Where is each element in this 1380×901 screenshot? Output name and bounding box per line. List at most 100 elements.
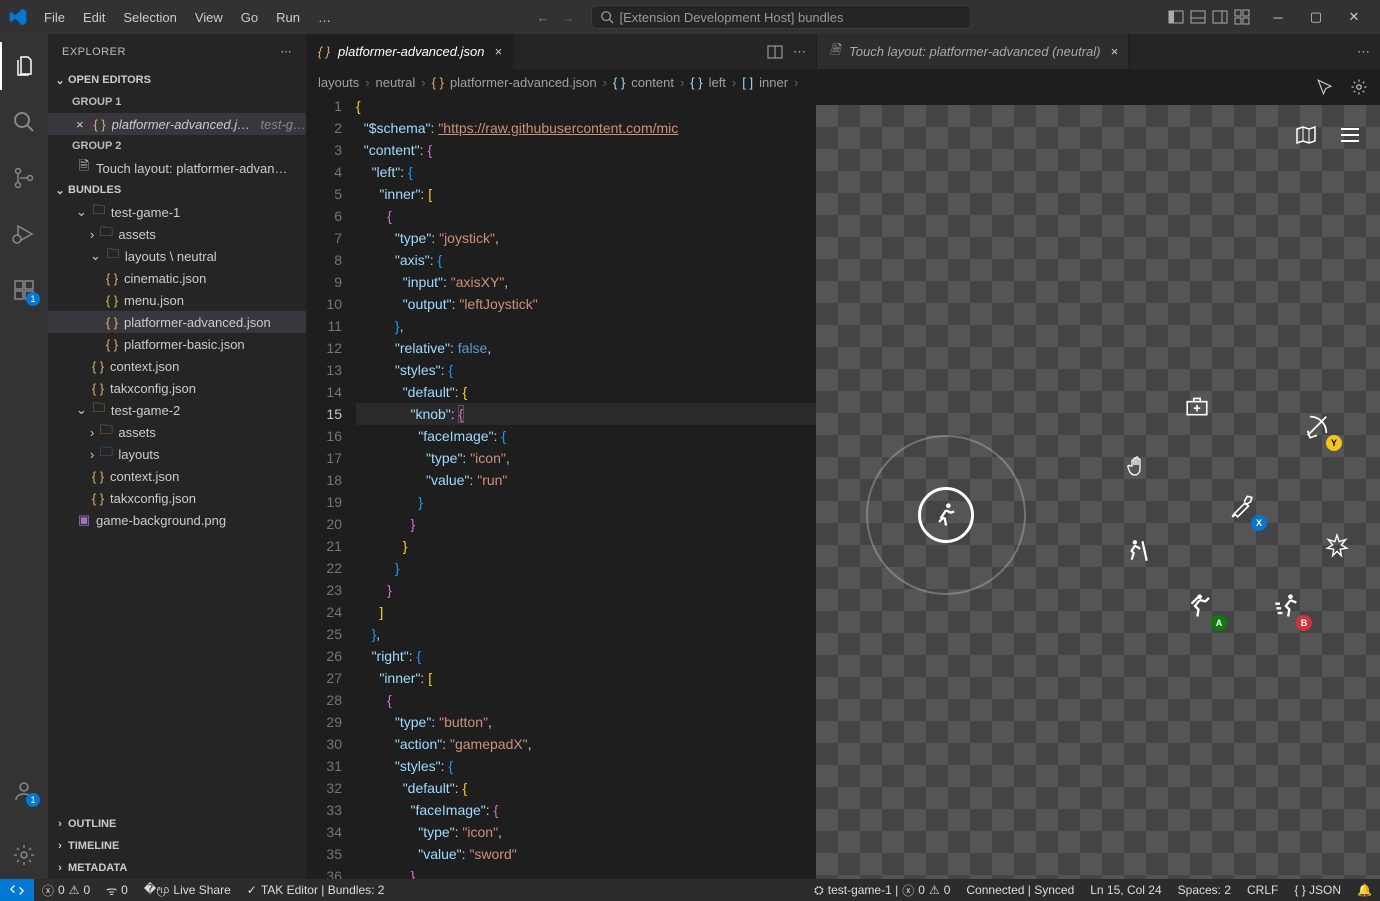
layout-controls — [1168, 9, 1250, 25]
check-icon: ✓ — [247, 883, 257, 897]
tree-file-cinematic[interactable]: { }cinematic.json — [48, 267, 306, 289]
section-timeline[interactable]: ›TIMELINE — [48, 835, 306, 857]
touch-bow[interactable]: Y — [1296, 405, 1338, 447]
json-icon: { } — [90, 490, 106, 506]
nav-fwd-icon[interactable]: → — [562, 10, 575, 25]
open-editor-g1[interactable]: × { } platformer-advanced.json test-g… — [48, 113, 306, 135]
open-editor-g2[interactable]: 🗎 Touch layout: platformer-advan… — [48, 157, 306, 179]
touch-climb[interactable] — [1116, 530, 1158, 572]
menu-go[interactable]: Go — [233, 6, 266, 29]
tab-more-icon[interactable]: ⋯ — [1357, 44, 1370, 60]
inspect-icon[interactable] — [1316, 78, 1334, 96]
touch-ability[interactable] — [1316, 525, 1358, 567]
status-bell-icon[interactable]: 🔔 — [1349, 882, 1380, 899]
tree-folder-layouts[interactable]: ⌄🗀layouts \ neutral — [48, 245, 306, 267]
maximize-button[interactable]: ▢ — [1298, 3, 1334, 31]
section-bundles[interactable]: ⌄BUNDLES — [48, 179, 306, 201]
section-outline[interactable]: ›OUTLINE — [48, 813, 306, 835]
status-tak[interactable]: ✓TAK Editor | Bundles: 2 — [239, 883, 393, 897]
menu-more[interactable]: … — [310, 6, 339, 29]
toggle-panel-icon[interactable] — [1190, 9, 1206, 25]
nav-back-icon[interactable]: ← — [537, 10, 550, 25]
tree-folder-game2[interactable]: ⌄🗀test-game-2 — [48, 399, 306, 421]
tree-file-context2[interactable]: { }context.json — [48, 465, 306, 487]
customize-layout-icon[interactable] — [1234, 9, 1250, 25]
activity-accounts[interactable]: 1 — [0, 767, 48, 815]
folder-icon: 🗀 — [98, 226, 114, 242]
tree-file-takx2[interactable]: { }takxconfig.json — [48, 487, 306, 509]
touch-dash[interactable]: B — [1266, 585, 1308, 627]
tree-file-plat-adv[interactable]: { }platformer-advanced.json — [48, 311, 306, 333]
map-icon[interactable] — [1294, 123, 1318, 147]
folder-icon: 🗀 — [105, 248, 121, 264]
status-problems[interactable]: ⓧ0 ⚠0 — [34, 882, 98, 899]
activity-settings[interactable] — [0, 831, 48, 879]
minimize-button[interactable]: ─ — [1260, 3, 1296, 31]
tab-preview[interactable]: 🗎 Touch layout: platformer-advanced (neu… — [817, 34, 1129, 69]
status-lang[interactable]: { } JSON — [1286, 882, 1349, 899]
nav-arrows: ← → — [537, 10, 575, 25]
tree-file-plat-basic[interactable]: { }platformer-basic.json — [48, 333, 306, 355]
hamburger-icon[interactable] — [1338, 123, 1362, 147]
gear-icon — [12, 843, 36, 867]
remote-indicator[interactable] — [0, 879, 34, 901]
tab-more-icon[interactable]: ⋯ — [793, 44, 806, 60]
activity-bar: 1 1 — [0, 34, 48, 879]
touch-sword[interactable]: X — [1221, 485, 1263, 527]
tree-folder-layouts2[interactable]: ›🗀layouts — [48, 443, 306, 465]
activity-extensions[interactable]: 1 — [0, 266, 48, 314]
close-icon[interactable]: × — [494, 44, 502, 59]
status-ports[interactable]: ᯤ0 — [98, 882, 136, 899]
status-game[interactable]: ⛭test-game-1 | ⓧ0 ⚠0 — [806, 882, 958, 899]
status-eol[interactable]: CRLF — [1239, 882, 1286, 899]
activity-scm[interactable] — [0, 154, 48, 202]
menu-edit[interactable]: Edit — [75, 6, 113, 29]
tree-folder-game1[interactable]: ⌄🗀test-game-1 — [48, 201, 306, 223]
warning-icon: ⚠ — [929, 883, 940, 897]
joystick-knob[interactable] — [918, 487, 974, 543]
status-connected[interactable]: Connected | Synced — [958, 882, 1082, 899]
close-icon[interactable]: × — [1110, 44, 1118, 59]
tree-file-takx1[interactable]: { }takxconfig.json — [48, 377, 306, 399]
close-icon[interactable]: × — [76, 117, 84, 132]
tree-file-bg[interactable]: ▣game-background.png — [48, 509, 306, 531]
sidebar-more-icon[interactable]: ⋯ — [281, 45, 293, 58]
editor-area: { } platformer-advanced.json × ⋯ 🗎 Touch… — [306, 34, 1380, 879]
touch-jump[interactable]: A — [1181, 585, 1223, 627]
command-center[interactable]: [Extension Development Host] bundles — [591, 5, 971, 29]
status-position[interactable]: Ln 15, Col 24 — [1082, 882, 1169, 899]
menu-selection[interactable]: Selection — [115, 6, 184, 29]
command-center-label: [Extension Development Host] bundles — [620, 10, 844, 25]
status-liveshare[interactable]: �மூLive Share — [136, 882, 239, 898]
tree-file-context1[interactable]: { }context.json — [48, 355, 306, 377]
touch-hand[interactable] — [1116, 445, 1158, 487]
toggle-sidebar-left-icon[interactable] — [1168, 9, 1184, 25]
close-button[interactable]: ✕ — [1336, 3, 1372, 31]
tree-file-menu[interactable]: { }menu.json — [48, 289, 306, 311]
tree-folder-assets2[interactable]: ›🗀assets — [48, 421, 306, 443]
split-editor-icon[interactable] — [767, 44, 783, 60]
toggle-sidebar-right-icon[interactable] — [1212, 9, 1228, 25]
code-editor[interactable]: layouts› neutral› { }platformer-advanced… — [306, 69, 816, 879]
touch-medkit[interactable] — [1176, 385, 1218, 427]
menu-file[interactable]: File — [36, 6, 73, 29]
package-icon: ⛭ — [814, 883, 824, 898]
activity-search[interactable] — [0, 98, 48, 146]
section-open-editors[interactable]: ⌄OPEN EDITORS — [48, 69, 306, 91]
search-icon — [600, 10, 614, 24]
tree-folder-assets[interactable]: ›🗀assets — [48, 223, 306, 245]
code-content[interactable]: { "$schema": "https://raw.githubusercont… — [356, 95, 816, 879]
json-icon: { } — [90, 380, 106, 396]
menu-run[interactable]: Run — [268, 6, 308, 29]
status-spaces[interactable]: Spaces: 2 — [1170, 882, 1239, 899]
tab-json[interactable]: { } platformer-advanced.json × — [306, 34, 513, 69]
json-icon: { } — [104, 336, 120, 352]
settings-icon[interactable] — [1350, 78, 1368, 96]
preview-canvas: Y X A B — [816, 105, 1380, 879]
breadcrumb[interactable]: layouts› neutral› { }platformer-advanced… — [306, 69, 816, 95]
activity-explorer[interactable] — [0, 42, 48, 90]
menu-view[interactable]: View — [187, 6, 231, 29]
preview-icon: 🗎 — [76, 160, 92, 176]
activity-debug[interactable] — [0, 210, 48, 258]
section-metadata[interactable]: ›METADATA — [48, 857, 306, 879]
